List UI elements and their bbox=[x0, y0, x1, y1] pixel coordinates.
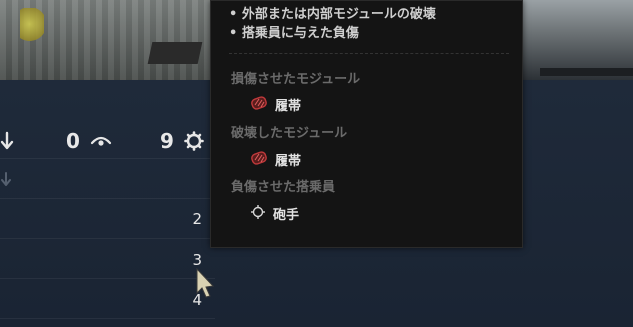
modules-damaged-count: 9 bbox=[160, 129, 174, 153]
gear-icon bbox=[184, 131, 204, 151]
row-number: 2 bbox=[192, 210, 202, 228]
destroyed-module-name: 履帯 bbox=[275, 154, 302, 169]
modules-damaged-stat: 9 bbox=[160, 128, 204, 154]
tooltip-divider bbox=[229, 53, 509, 54]
module-damage-tooltip: • 外部または内部モジュールの破壊 • 搭乗員に与えた負傷 損傷させたモジュール… bbox=[210, 0, 523, 248]
row-divider bbox=[0, 278, 215, 279]
vehicle-marking bbox=[147, 42, 203, 64]
row-divider bbox=[0, 238, 215, 239]
spotted-stat: 0 bbox=[66, 128, 112, 154]
gunner-crosshair-icon bbox=[251, 204, 265, 223]
destroyed-modules-title: 破壊したモジュール bbox=[231, 126, 348, 141]
destroyed-module-entry: 履帯 bbox=[251, 150, 301, 169]
row-divider bbox=[0, 318, 215, 319]
mouse-cursor-icon bbox=[196, 267, 216, 302]
row-number: 3 bbox=[192, 251, 202, 269]
vehicle-decal bbox=[20, 8, 44, 48]
injured-crew-name: 砲手 bbox=[273, 208, 300, 223]
damaged-modules-title: 損傷させたモジュール bbox=[231, 72, 361, 87]
spotted-count: 0 bbox=[66, 129, 80, 153]
damaged-module-entry: 履帯 bbox=[251, 95, 301, 114]
tooltip-bullet: • 外部または内部モジュールの破壊 bbox=[229, 7, 436, 22]
row-divider bbox=[0, 158, 215, 159]
arrow-down-icon bbox=[0, 131, 14, 151]
track-icon bbox=[251, 95, 267, 114]
eye-icon bbox=[90, 134, 112, 148]
track-icon bbox=[251, 150, 267, 169]
injured-crew-title: 負傷させた搭乗員 bbox=[231, 180, 336, 195]
damage-received-stat bbox=[0, 128, 14, 154]
vehicle-gun-barrel bbox=[540, 68, 633, 76]
row-divider bbox=[0, 198, 215, 199]
arrow-down-icon bbox=[0, 172, 12, 192]
injured-crew-entry: 砲手 bbox=[251, 204, 299, 223]
tooltip-bullet: • 搭乗員に与えた負傷 bbox=[229, 26, 359, 41]
damaged-module-name: 履帯 bbox=[275, 99, 302, 114]
